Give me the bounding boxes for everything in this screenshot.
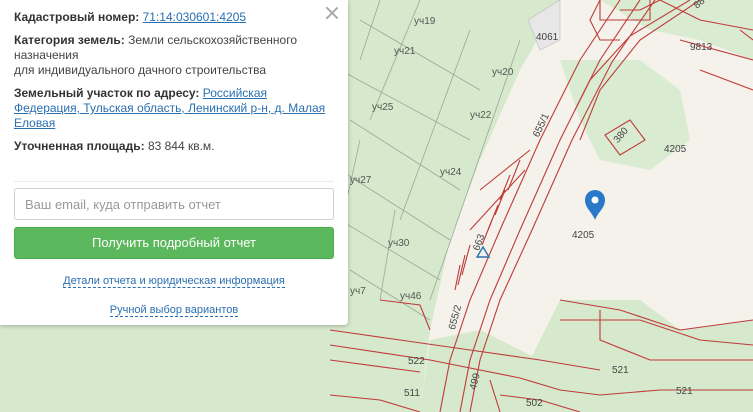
parcel-label-9813: 9813 — [690, 42, 713, 53]
parcel-label-502: 502 — [526, 398, 543, 409]
parcel-label-511: 511 — [404, 388, 420, 399]
land-category-row: Категория земель: Земли сельскохозяйстве… — [14, 33, 334, 78]
area-label: Уточненная площадь: — [14, 139, 145, 153]
plot-label-uch19: уч19 — [414, 16, 436, 27]
plot-label-uch46: уч46 — [400, 291, 422, 302]
plot-label-uch7: уч7 — [350, 286, 366, 297]
parcel-label-522: 522 — [408, 356, 425, 367]
plot-label-uch21: уч21 — [394, 46, 416, 57]
land-category-label: Категория земель: — [14, 33, 125, 47]
plot-label-uch20: уч20 — [492, 67, 514, 78]
plot-label-uch30: уч30 — [388, 238, 410, 249]
plot-label-uch22: уч22 — [470, 110, 492, 121]
parcel-label-521-right: 521 — [676, 386, 693, 397]
land-use-value: для индивидуального дачного строительств… — [14, 63, 267, 77]
parcel-label-4205-upper: 4205 — [664, 144, 687, 155]
close-icon[interactable] — [324, 5, 340, 21]
cadastral-number-link[interactable]: 71:14:030601:4205 — [143, 10, 246, 24]
get-report-button[interactable]: Получить подробный отчет — [14, 227, 334, 259]
cadastral-number-label: Кадастровый номер: — [14, 10, 140, 24]
report-details-link[interactable]: Детали отчета и юридическая информация — [63, 275, 285, 288]
parcel-label-4205: 4205 — [572, 230, 595, 241]
email-input[interactable] — [14, 188, 334, 220]
manual-link-row: Ручной выбор вариантов — [0, 303, 348, 318]
details-link-row: Детали отчета и юридическая информация — [0, 274, 348, 289]
cadastral-number-row: Кадастровый номер: 71:14:030601:4205 — [14, 10, 334, 25]
manual-selection-link[interactable]: Ручной выбор вариантов — [109, 304, 239, 317]
parcel-label-521: 521 — [612, 365, 629, 376]
address-row: Земельный участок по адресу: Российская … — [14, 86, 334, 131]
plot-label-uch27: уч27 — [350, 175, 372, 186]
parcel-info-panel: Кадастровый номер: 71:14:030601:4205 Кат… — [0, 0, 348, 325]
parcel-label-4061: 4061 — [536, 32, 559, 43]
plot-label-uch25: уч25 — [372, 102, 394, 113]
address-label: Земельный участок по адресу: — [14, 86, 200, 100]
plot-label-uch24: уч24 — [440, 167, 462, 178]
area-row: Уточненная площадь: 83 844 кв.м. — [14, 139, 334, 154]
area-value: 83 844 кв.м. — [147, 139, 215, 153]
divider — [14, 181, 334, 182]
